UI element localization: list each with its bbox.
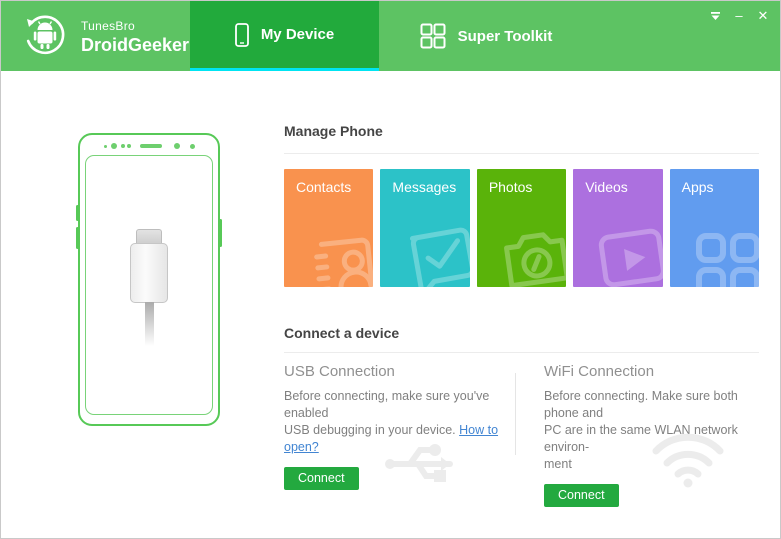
tile-videos-label: Videos (585, 179, 628, 195)
tile-photos-label: Photos (488, 179, 533, 195)
usb-connection-title: USB Connection (284, 363, 395, 380)
phone-bezel (80, 142, 218, 150)
brand-line2: DroidGeeker (81, 35, 190, 55)
connect-device-title: Connect a device (284, 325, 400, 341)
tile-apps-label: Apps (681, 179, 714, 195)
tile-photos[interactable]: Photos (476, 169, 567, 287)
tab-my-device-label: My Device (260, 26, 335, 43)
tile-contacts[interactable]: Contacts (284, 169, 374, 287)
phone-side-button (76, 205, 79, 221)
videos-icon (587, 209, 663, 287)
tile-videos[interactable]: Videos (573, 169, 663, 287)
photos-icon (493, 211, 567, 287)
brand-line1: TunesBro (81, 19, 135, 33)
divider (284, 153, 759, 154)
tile-messages[interactable]: Messages (380, 169, 470, 287)
header-bar: TunesBro DroidGeeker My Device Super Too… (1, 1, 780, 71)
usb-watermark-icon (384, 434, 464, 495)
wifi-connect-button[interactable]: Connect (544, 484, 619, 507)
app-window: TunesBro DroidGeeker My Device Super Too… (0, 0, 781, 539)
window-controls: – ✕ (706, 8, 772, 24)
apps-icon (689, 214, 760, 287)
phone-side-button (219, 219, 222, 247)
tile-messages-label: Messages (392, 179, 457, 195)
phone-icon (234, 22, 249, 47)
tile-contacts-label: Contacts (296, 179, 352, 195)
menu-caret-icon[interactable] (706, 8, 724, 24)
wifi-watermark-icon (646, 429, 730, 494)
manage-phone-tiles: Contacts Messages Photos Videos Apps (284, 169, 760, 287)
tab-super-toolkit-label: Super Toolkit (457, 27, 553, 45)
tab-super-toolkit[interactable]: Super Toolkit (401, 1, 571, 71)
brand: TunesBro DroidGeeker (23, 13, 189, 62)
usb-cable-illustration (129, 229, 169, 346)
messages-icon (395, 210, 470, 287)
usb-connect-button[interactable]: Connect (284, 467, 359, 490)
tile-apps[interactable]: Apps (669, 169, 760, 287)
phone-illustration (76, 133, 222, 426)
tab-my-device[interactable]: My Device (190, 1, 379, 71)
main-content: Manage Phone Contacts Messages Photos Vi… (1, 71, 780, 538)
minimize-button[interactable]: – (730, 8, 748, 24)
phone-side-button (76, 227, 79, 249)
droidgeeker-logo-icon (23, 13, 67, 62)
phone-speaker (140, 144, 162, 148)
manage-phone-title: Manage Phone (284, 123, 383, 139)
divider (284, 352, 759, 353)
contacts-icon (306, 216, 374, 287)
toolkit-grid-icon (420, 23, 446, 49)
brand-text: TunesBro DroidGeeker (81, 19, 189, 56)
wifi-connection-title: WiFi Connection (544, 363, 655, 380)
close-button[interactable]: ✕ (754, 8, 772, 24)
